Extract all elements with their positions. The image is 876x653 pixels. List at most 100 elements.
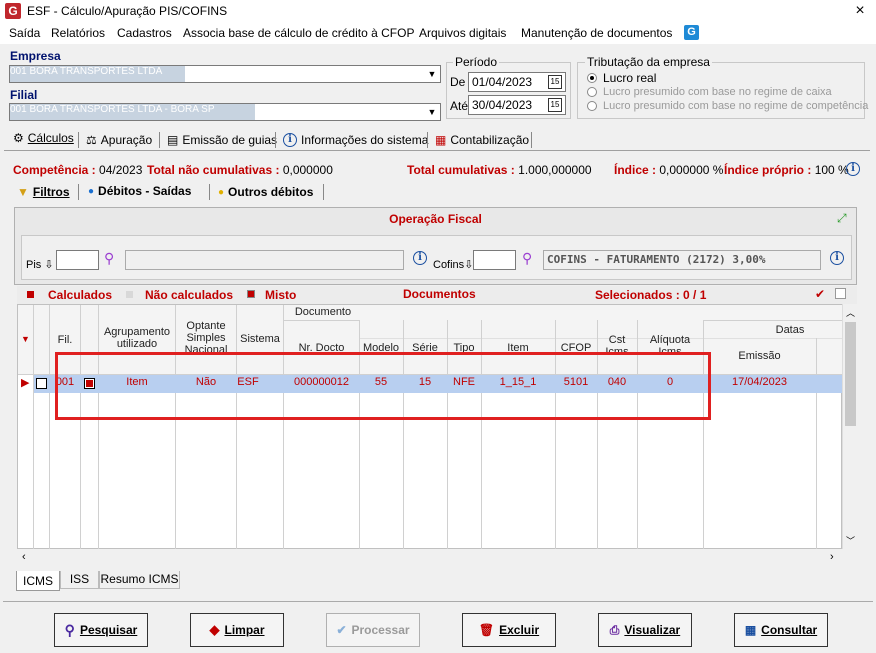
col-sistema[interactable]: Sistema	[237, 333, 283, 345]
filial-select[interactable]: 001 BORA TRANSPORTES LTDA - BORA SP ▼	[9, 103, 441, 121]
search-icon[interactable]: ⚲	[522, 250, 532, 267]
tab-label: Contabilização	[450, 133, 530, 147]
check-icon: ✔	[336, 623, 347, 637]
date-from-field[interactable]: 01/04/2023 15	[468, 72, 566, 92]
tab-emissao-guias[interactable]: ▤ Emissão de guias	[167, 133, 277, 147]
check-all-icon[interactable]: ✔	[815, 287, 825, 301]
menu-manutencao[interactable]: Manutenção de documentos	[521, 26, 672, 40]
scroll-down-icon[interactable]: ﹀	[846, 534, 855, 547]
limpar-button[interactable]: ◆ Limpar	[190, 613, 284, 647]
calendar-icon[interactable]: 15	[548, 98, 562, 112]
menu-arquivos-digitais[interactable]: Arquivos digitais	[419, 26, 506, 40]
info-icon[interactable]: i	[413, 251, 427, 265]
header-line	[703, 320, 842, 321]
calendar-icon: ▦	[435, 133, 447, 147]
row-checkbox[interactable]	[36, 378, 47, 389]
tab-contabilizacao[interactable]: ▦ Contabilização	[435, 133, 529, 147]
tab-informacoes[interactable]: i Informações do sistema	[283, 133, 428, 147]
tab-calculos[interactable]: ⚙ Cálculos	[13, 131, 74, 145]
expand-icon[interactable]: ⤢	[837, 211, 847, 226]
horizontal-scrollbar[interactable]: ‹ ›	[17, 549, 842, 567]
menu-associa-base[interactable]: Associa base de cálculo de crédito à CFO…	[183, 26, 414, 40]
visualizar-button[interactable]: ⎙ Visualizar	[598, 613, 692, 647]
vertical-scrollbar[interactable]: ︿ ﹀	[842, 304, 857, 549]
pis-description-field	[125, 250, 404, 270]
col-fil[interactable]: Fil.	[50, 334, 80, 346]
yellow-dot-icon: ●	[218, 186, 225, 198]
subtab-filtros[interactable]: ▼ Filtros	[17, 185, 70, 199]
close-icon[interactable]: ×	[850, 2, 870, 20]
excluir-button[interactable]: 🗑 Excluir	[462, 613, 556, 647]
radio-selected-icon[interactable]	[587, 73, 597, 83]
pis-code-input[interactable]	[56, 250, 99, 270]
grid-line	[49, 305, 50, 549]
tab-icms[interactable]: ICMS	[16, 571, 60, 591]
date-to-field[interactable]: 30/04/2023 15	[468, 95, 566, 115]
tab-apuracao[interactable]: ⚖ Apuração	[86, 133, 152, 147]
sort-arrow-icon[interactable]: ▼	[21, 334, 30, 344]
menu-relatorios[interactable]: Relatórios	[51, 26, 105, 40]
pesquisar-button[interactable]: ⚲ Pesquisar	[54, 613, 148, 647]
de-label: De	[450, 75, 466, 89]
tab-separator	[78, 184, 79, 200]
search-icon[interactable]: ⚲	[104, 250, 114, 267]
menu-cadastros[interactable]: Cadastros	[117, 26, 172, 40]
processar-button[interactable]: ✔ Processar	[326, 613, 420, 647]
operacao-fiscal-title: Operação Fiscal	[389, 212, 482, 226]
scroll-up-icon[interactable]: ︿	[846, 306, 855, 319]
periodo-title: Período	[453, 55, 500, 69]
info-icon[interactable]: i	[830, 251, 844, 265]
col-agrupamento[interactable]: Agrupamento utilizado	[99, 326, 175, 350]
grid-line	[175, 305, 176, 549]
not-calculated-square-icon	[126, 291, 133, 298]
tab-resumo-icms[interactable]: Resumo ICMS	[99, 571, 180, 589]
info-icon: i	[283, 133, 297, 147]
col-emissao[interactable]: Emissão	[703, 350, 816, 362]
subtab-debitos-saidas[interactable]: ● Débitos - Saídas	[88, 184, 191, 198]
tab-separator	[275, 132, 276, 148]
chevron-down-icon[interactable]: ▼	[424, 66, 440, 82]
col-group-datas: Datas	[775, 324, 805, 336]
radio-presumido-caixa[interactable]: Lucro presumido com base no regime de ca…	[587, 86, 832, 98]
col-group-documento: Documento	[294, 306, 352, 318]
search-icon: ⚲	[64, 621, 75, 638]
legend-nao-calculados: Não calculados	[145, 288, 234, 302]
empresa-select[interactable]: 001 BORA TRANSPORTES LTDA ▼	[9, 65, 441, 83]
consultar-button[interactable]: ▦ Consultar	[734, 613, 828, 647]
radio-icon[interactable]	[587, 101, 597, 111]
subtab-outros-debitos[interactable]: ● Outros débitos	[218, 185, 313, 199]
tab-separator	[78, 132, 79, 148]
tab-iss[interactable]: ISS	[60, 571, 99, 589]
radio-icon[interactable]	[587, 87, 597, 97]
filter-icon: ▼	[17, 185, 29, 199]
menu-saida[interactable]: Saída	[9, 26, 40, 40]
col-optante[interactable]: Optante Simples Nacional	[176, 320, 236, 356]
chevron-down-icon[interactable]: ▼	[424, 104, 440, 120]
grid-line	[816, 338, 817, 549]
radio-lucro-real[interactable]: Lucro real	[587, 71, 656, 85]
row-pointer-icon: ▶	[21, 377, 30, 389]
tab-separator	[159, 132, 160, 148]
grid-line	[283, 305, 284, 549]
calendar-icon[interactable]: 15	[548, 75, 562, 89]
cumulativas-status: Total cumulativas : 1.000,000000	[407, 163, 592, 177]
empresa-value: 001 BORA TRANSPORTES LTDA	[10, 66, 185, 82]
scroll-right-icon[interactable]: ›	[830, 551, 834, 563]
tab-separator	[209, 184, 210, 200]
indice-proprio-status: Índice próprio : 100 %	[724, 163, 849, 177]
info-icon[interactable]: i	[846, 162, 860, 176]
date-to-value: 30/04/2023	[472, 98, 533, 112]
button-label: Visualizar	[624, 623, 681, 637]
pis-label: Pis ⇩	[26, 259, 54, 271]
date-from-value: 01/04/2023	[472, 75, 533, 89]
cofins-description-field: COFINS - FATURAMENTO (2172) 3,00%	[543, 250, 821, 270]
radio-presumido-competencia[interactable]: Lucro presumido com base no regime de co…	[587, 100, 868, 112]
select-all-checkbox[interactable]	[835, 288, 846, 299]
cofins-code-input[interactable]	[473, 250, 516, 270]
help-logo-icon[interactable]: G	[684, 25, 699, 40]
highlight-annotation	[55, 352, 711, 420]
tab-separator	[427, 132, 428, 148]
scroll-left-icon[interactable]: ‹	[22, 551, 26, 563]
scrollbar-thumb[interactable]	[845, 322, 856, 426]
tab-label: Informações do sistema	[301, 133, 429, 147]
